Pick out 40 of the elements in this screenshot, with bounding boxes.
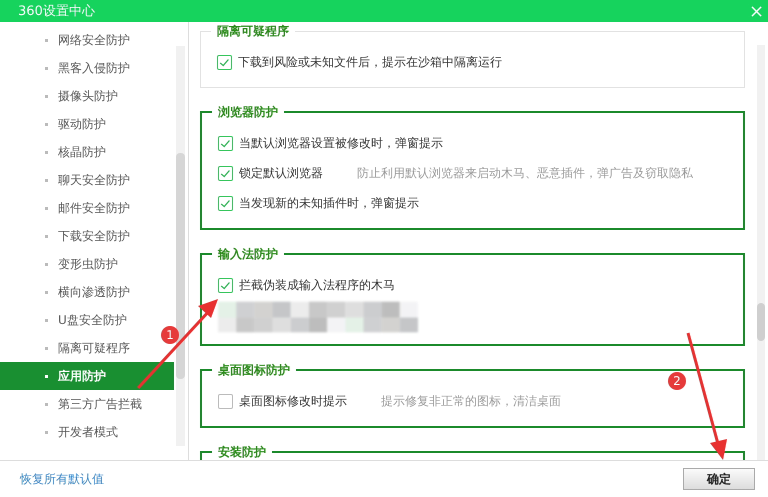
- step-badge: 1: [161, 326, 179, 344]
- sidebar-item[interactable]: 驱动防护: [0, 110, 174, 138]
- option-hint: 防止利用默认浏览器来启动木马、恶意插件，弹广告及窃取隐私: [357, 164, 693, 182]
- section-title: 安装防护: [212, 443, 272, 460]
- sidebar-item[interactable]: 网络安全防护: [0, 26, 174, 54]
- option-label: 下载到风险或未知文件后，提示在沙箱中隔离运行: [238, 54, 502, 70]
- sidebar-item[interactable]: 聊天安全防护: [0, 166, 174, 194]
- section-title: 桌面图标防护: [212, 361, 296, 379]
- window-title: 360设置中心: [18, 3, 95, 20]
- option-hint: 提示修复非正常的图标，清洁桌面: [381, 392, 561, 410]
- checkbox[interactable]: [218, 196, 233, 210]
- checkbox[interactable]: [218, 166, 233, 180]
- sidebar-item[interactable]: 变形虫防护: [0, 250, 174, 278]
- ok-button[interactable]: 确定: [683, 468, 755, 490]
- step-badge: 2: [668, 372, 686, 390]
- sidebar-item[interactable]: 开发者模式: [0, 418, 174, 446]
- section-title: 输入法防护: [212, 245, 284, 263]
- checkbox[interactable]: [218, 136, 233, 150]
- reset-link[interactable]: 恢复所有默认值: [20, 470, 104, 488]
- scrollbar-thumb[interactable]: [176, 153, 185, 379]
- scrollbar-thumb[interactable]: [757, 303, 765, 341]
- option-label: 拦截伪装成输入法程序的木马: [239, 276, 395, 294]
- sidebar-item[interactable]: 摄像头防护: [0, 82, 174, 110]
- option-label: 当默认浏览器设置被修改时，弹窗提示: [239, 134, 443, 152]
- checkbox[interactable]: [218, 278, 233, 292]
- sidebar-item[interactable]: 邮件安全防护: [0, 194, 174, 222]
- option-label: 锁定默认浏览器: [239, 164, 323, 182]
- checkbox[interactable]: [217, 54, 232, 70]
- sidebar-item[interactable]: 应用防护: [0, 362, 174, 390]
- sidebar-item[interactable]: 下载安全防护: [0, 222, 174, 250]
- checkbox[interactable]: [218, 394, 233, 408]
- close-icon[interactable]: [751, 6, 762, 16]
- section-title: 浏览器防护: [212, 103, 284, 121]
- sidebar-item[interactable]: 黑客入侵防护: [0, 54, 174, 82]
- option-label: 当发现新的未知插件时，弹窗提示: [239, 194, 419, 212]
- sidebar-item[interactable]: 核晶防护: [0, 138, 174, 166]
- sidebar-item[interactable]: 横向渗透防护: [0, 278, 174, 306]
- section-title: 隔离可疑程序: [211, 22, 295, 40]
- sidebar-item[interactable]: 第三方广告拦截: [0, 390, 174, 418]
- option-label: 桌面图标修改时提示: [239, 392, 347, 410]
